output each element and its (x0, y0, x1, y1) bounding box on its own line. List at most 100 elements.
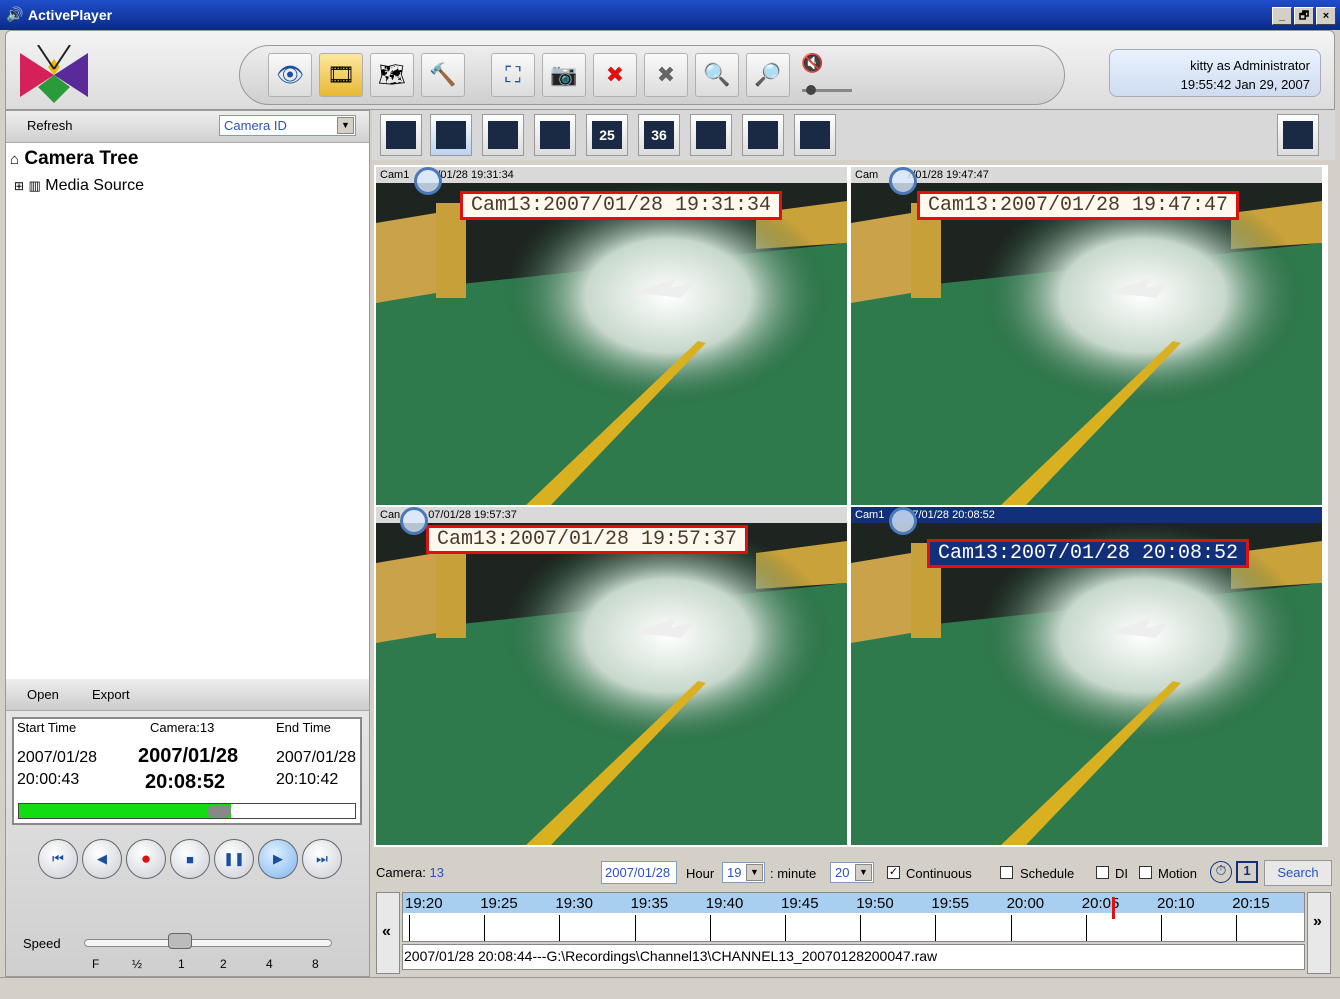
schedule-checkbox[interactable] (1000, 866, 1013, 879)
expand-icon[interactable]: ⊞ (14, 179, 24, 193)
search-button[interactable]: Search (1264, 860, 1332, 886)
motion-label: Motion (1158, 866, 1198, 881)
skip-start-button[interactable]: ⏮ (38, 839, 78, 879)
hammer-icon: 🔨 (429, 62, 457, 87)
timeline-tick (484, 915, 486, 941)
progress-thumb[interactable] (206, 805, 231, 817)
camera-label: Camera: 13 (376, 865, 444, 880)
home-icon: ⌂ (10, 151, 20, 168)
hour-value: 19 (727, 865, 742, 880)
chevron-down-icon[interactable]: ▼ (855, 864, 872, 881)
layout-button[interactable] (430, 114, 472, 156)
camera-tile[interactable]: Cam1/01/28 19:31:34 Cam13:2007/01/28 19:3… (376, 167, 847, 505)
smart-search-button[interactable]: 🔎 (746, 53, 790, 97)
hour-select[interactable]: 19 ▼ (722, 862, 765, 883)
single-view-button[interactable]: 1 (1236, 861, 1258, 883)
layout-button[interactable] (690, 114, 732, 156)
play-button[interactable]: ▶ (258, 839, 298, 879)
live-view-button[interactable]: 👁 (268, 53, 312, 97)
camera-video-frame (851, 183, 1322, 505)
status-bar (0, 977, 1340, 999)
title-bar: 🔊 ActivePlayer _ 🗗 × (0, 0, 1340, 30)
timeline[interactable]: 19:20 19:25 19:30 19:35 19:40 19:45 19:50 19:55… (402, 892, 1305, 942)
tree-item-media-source[interactable]: ⊞ ▥ Media Source (14, 177, 144, 195)
tree-header: Refresh Camera ID ▼ (6, 111, 369, 143)
volume-mute-icon[interactable]: 🔇 (801, 53, 851, 79)
timeline-label: 20:00 (1006, 895, 1045, 912)
minute-select[interactable]: 20 ▼ (830, 862, 874, 883)
tools-button[interactable]: 🔨 (421, 53, 465, 97)
refresh-button[interactable]: Refresh (27, 118, 73, 133)
stop-button[interactable]: ■ (170, 839, 210, 879)
disconnect-button[interactable]: ✖ (593, 53, 637, 97)
magnifier-icon[interactable] (889, 167, 917, 195)
timeline-next-button[interactable]: » (1307, 892, 1331, 974)
timeline-label: 19:50 (856, 895, 894, 912)
camera-tile[interactable]: Can 07/01/28 19:57:37 Cam13:2007/01/28 19:… (376, 507, 847, 845)
speed-slider-thumb[interactable] (168, 933, 192, 949)
disconnect-all-button[interactable]: ✖ (644, 53, 688, 97)
speed-slider[interactable] (84, 939, 332, 947)
fullscreen-icon: ⛶ (505, 62, 521, 87)
camera-grid: Cam1/01/28 19:31:34 Cam13:2007/01/28 19:3… (374, 165, 1328, 847)
play-icon: ▶ (273, 851, 283, 866)
timeline-label: 20:10 (1157, 895, 1195, 912)
layout-settings-button[interactable] (1277, 114, 1319, 156)
export-menu[interactable]: Export (92, 687, 130, 702)
skip-end-button[interactable]: ⏭ (302, 839, 342, 879)
minimize-button[interactable]: _ (1272, 7, 1292, 25)
layout-button[interactable] (482, 114, 524, 156)
date-field[interactable]: 2007/01/28 (601, 861, 677, 884)
close-button[interactable]: × (1316, 7, 1336, 25)
pause-button[interactable]: ❚❚ (214, 839, 254, 879)
emap-button[interactable]: 🗺 (370, 53, 414, 97)
zoom-button[interactable]: 🔍 (695, 53, 739, 97)
layout-button[interactable]: 36 (638, 114, 680, 156)
clock-icon[interactable]: ⏱ (1210, 861, 1232, 883)
timeline-label: 20:15 (1232, 895, 1270, 912)
camera-id-select[interactable]: Camera ID ▼ (219, 115, 356, 136)
camera-timestamp-overlay: Cam13:2007/01/28 19:57:37 (426, 525, 749, 554)
media-source-label: Media Source (45, 177, 144, 194)
layout-grid-icon (696, 121, 726, 149)
stop-icon: ■ (186, 851, 194, 867)
magnifier-icon[interactable] (400, 507, 428, 535)
app-icon: 🔊 (6, 6, 24, 22)
timeline-prev-button[interactable]: « (376, 892, 400, 974)
playback-button[interactable]: 🎞 (319, 53, 363, 97)
logo-icon (20, 45, 88, 103)
snapshot-button[interactable]: 📷 (542, 53, 586, 97)
chevron-down-icon[interactable]: ▼ (337, 117, 354, 134)
search-panel: Camera: 13 2007/01/28 Hour 19 ▼ : minute … (372, 858, 1335, 976)
camera-timestamp-overlay: Cam13:2007/01/28 20:08:52 (927, 539, 1250, 568)
di-checkbox[interactable] (1096, 866, 1109, 879)
open-menu[interactable]: Open (27, 687, 59, 702)
chevron-down-icon[interactable]: ▼ (746, 864, 763, 881)
volume-slider-thumb[interactable] (806, 85, 816, 95)
camera-tile[interactable]: Cam1 7/01/28 20:08:52 Cam13:2007/01/28 20:… (851, 507, 1322, 845)
chevron-right-icon: » (1313, 913, 1322, 930)
timeline-labels: 19:20 19:25 19:30 19:35 19:40 19:45 19:50 19:55… (403, 893, 1304, 913)
layout-button[interactable] (380, 114, 422, 156)
layout-button[interactable] (794, 114, 836, 156)
continuous-checkbox[interactable]: ✓ (887, 866, 900, 879)
map-icon: 🗺 (378, 62, 406, 87)
progress-track[interactable] (18, 803, 356, 819)
record-button[interactable]: ● (126, 839, 166, 879)
timeline-label: 19:25 (480, 895, 518, 912)
layout-button[interactable] (534, 114, 576, 156)
magnifier-icon[interactable] (889, 507, 917, 535)
layout-button[interactable] (742, 114, 784, 156)
magnifier-icon[interactable] (414, 167, 442, 195)
timeline-label: 19:30 (555, 895, 593, 912)
minute-value: 20 (835, 865, 850, 880)
reverse-button[interactable]: ◀ (82, 839, 122, 879)
film-icon: 🎞 (327, 62, 355, 87)
fullscreen-button[interactable]: ⛶ (491, 53, 535, 97)
timeline-position-marker[interactable] (1111, 897, 1115, 919)
motion-checkbox[interactable] (1139, 866, 1152, 879)
layout-button[interactable]: 25 (586, 114, 628, 156)
camera-tile[interactable]: Cam 7/01/28 19:47:47 Cam13:2007/01/28 19:4… (851, 167, 1322, 505)
maximize-button[interactable]: 🗗 (1294, 7, 1314, 25)
window-title: ActivePlayer (28, 7, 113, 23)
